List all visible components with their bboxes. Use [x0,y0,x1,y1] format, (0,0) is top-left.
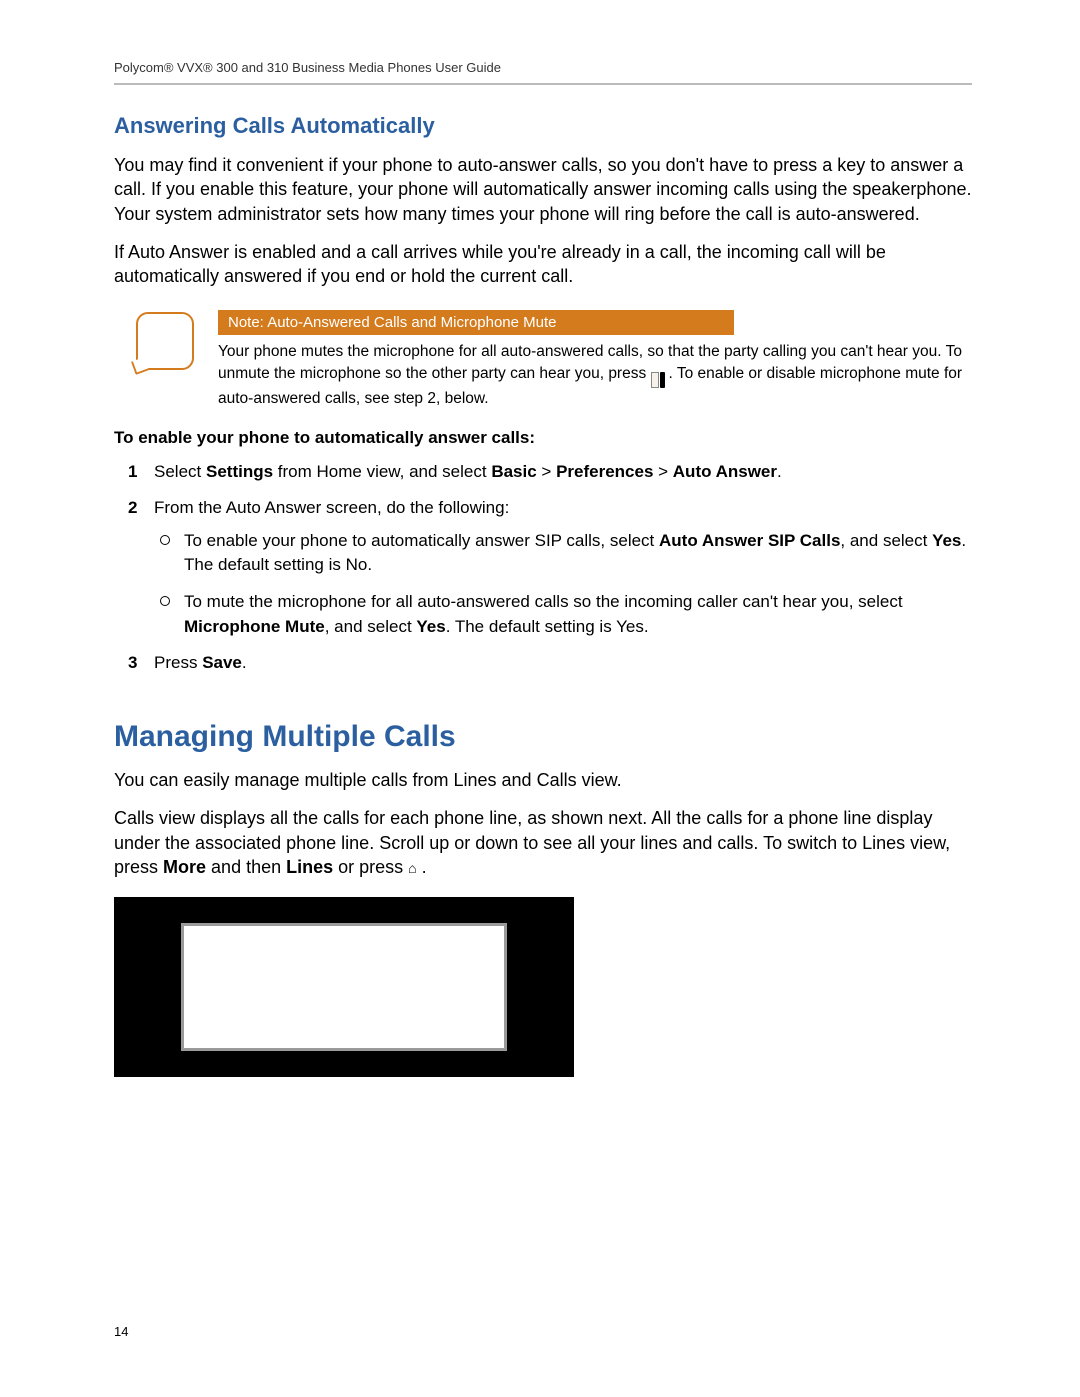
step-bold: Basic [491,462,536,481]
home-key-icon: ⌂ [408,859,416,878]
step-text: > [537,462,556,481]
step-text: , and select [325,617,417,636]
body-paragraph: If Auto Answer is enabled and a call arr… [114,240,972,289]
instruction-list: 1 Select Settings from Home view, and se… [114,460,972,676]
phone-screen [181,923,507,1051]
sub-list: To enable your phone to automatically an… [154,529,972,640]
step-bold: Auto Answer SIP Calls [659,531,840,550]
step-text: To mute the microphone for all auto-answ… [184,592,903,611]
step-text: Press [154,653,202,672]
step-bold: Settings [206,462,273,481]
step-bold: Save [202,653,242,672]
page-number: 14 [114,1324,128,1339]
note-title: Note: Auto-Answered Calls and Microphone… [218,310,734,335]
step-bold: Microphone Mute [184,617,325,636]
body-text: and then [206,857,286,877]
body-text: or press [333,857,408,877]
instruction-step: 2 From the Auto Answer screen, do the fo… [114,496,972,639]
step-text: . The default setting is Yes. [446,617,649,636]
note-icon [136,312,194,370]
step-number: 2 [128,496,137,521]
step-text: To enable your phone to automatically an… [184,531,659,550]
step-bold: Auto Answer [673,462,777,481]
body-bold: More [163,857,206,877]
sub-item: To enable your phone to automatically an… [154,529,972,578]
phone-screenshot [114,897,574,1077]
note-block: Note: Auto-Answered Calls and Microphone… [136,310,972,409]
body-bold: Lines [286,857,333,877]
step-text: Select [154,462,206,481]
sub-item: To mute the microphone for all auto-answ… [154,590,972,639]
body-text: . [417,857,427,877]
doc-header: Polycom® VVX® 300 and 310 Business Media… [114,60,972,75]
instruction-heading: To enable your phone to automatically an… [114,428,972,448]
step-text: . [242,653,247,672]
step-text: > [653,462,672,481]
section-heading-managing: Managing Multiple Calls [114,720,972,754]
step-number: 1 [128,460,137,485]
instruction-step: 1 Select Settings from Home view, and se… [114,460,972,485]
step-text: , and select [840,531,932,550]
step-bold: Preferences [556,462,653,481]
step-bold: Yes [932,531,961,550]
header-rule [114,83,972,85]
step-text: from Home view, and select [273,462,491,481]
section-heading-answering: Answering Calls Automatically [114,113,972,139]
step-text: . [777,462,782,481]
instruction-step: 3 Press Save. [114,651,972,676]
body-paragraph: Calls view displays all the calls for ea… [114,806,972,879]
step-number: 3 [128,651,137,676]
body-paragraph: You may find it convenient if your phone… [114,153,972,226]
note-body: Your phone mutes the microphone for all … [218,341,972,409]
body-paragraph: You can easily manage multiple calls fro… [114,768,972,792]
step-text: From the Auto Answer screen, do the foll… [154,498,509,517]
step-bold: Yes [416,617,445,636]
mute-button-icon [651,366,669,388]
